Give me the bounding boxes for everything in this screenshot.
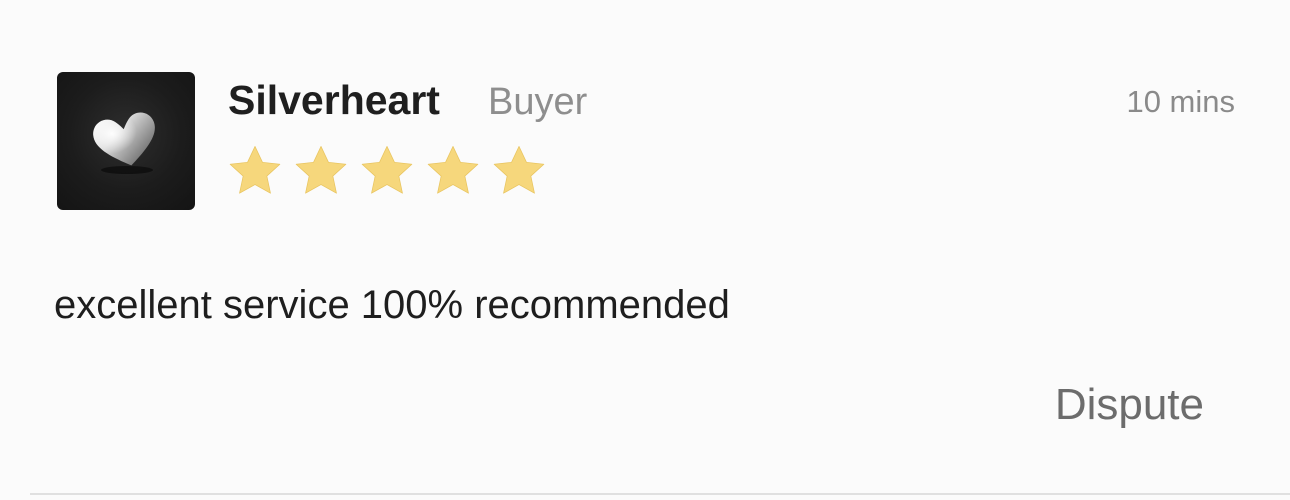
dispute-button[interactable]: Dispute xyxy=(1055,378,1204,432)
timestamp: 10 mins xyxy=(1126,84,1235,119)
star-rating xyxy=(226,142,548,202)
star-icon xyxy=(229,145,281,194)
review-comment: excellent service 100% recommended xyxy=(54,283,730,327)
divider xyxy=(30,493,1290,495)
star-icon xyxy=(427,145,479,194)
star-icon xyxy=(361,145,413,194)
review-card: Silverheart Buyer 10 mins excellent serv… xyxy=(0,0,1290,500)
star-icon xyxy=(493,145,545,194)
avatar[interactable] xyxy=(57,72,195,210)
star-icon xyxy=(295,145,347,194)
silver-heart-icon xyxy=(93,112,155,174)
user-role-label: Buyer xyxy=(488,81,588,123)
username[interactable]: Silverheart xyxy=(228,76,440,124)
